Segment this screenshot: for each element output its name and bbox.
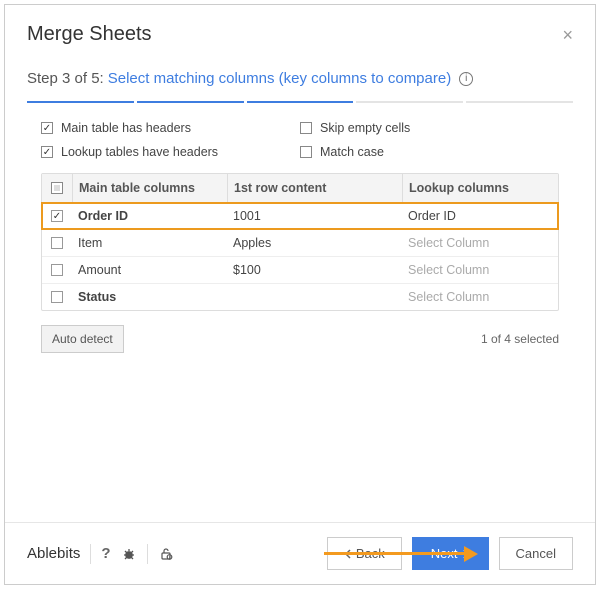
select-all-checkbox[interactable] — [51, 182, 63, 194]
step-link[interactable]: Select matching columns (key columns to … — [108, 70, 451, 87]
table-row[interactable]: Amount$100Select Column — [42, 256, 558, 283]
brand-label: Ablebits — [27, 545, 80, 562]
divider — [147, 544, 148, 564]
header-main: Main table columns — [72, 174, 227, 202]
lock-icon[interactable]: i — [158, 546, 174, 562]
option-lookup-headers[interactable]: ✓ Lookup tables have headers — [41, 145, 300, 159]
row-checkbox-cell[interactable] — [42, 285, 72, 309]
auto-detect-button[interactable]: Auto detect — [41, 325, 124, 353]
option-label: Main table has headers — [61, 121, 191, 135]
header-lookup: Lookup columns — [402, 174, 558, 202]
table-footer: Auto detect 1 of 4 selected — [41, 325, 559, 353]
first-row-cell: Apples — [227, 230, 402, 256]
step-prefix: Step 3 of 5: — [27, 70, 104, 87]
dialog-body: ✓ Main table has headers Skip empty cell… — [5, 103, 595, 522]
option-label: Match case — [320, 145, 384, 159]
checkbox-icon — [300, 122, 312, 134]
table-body: ✓Order ID1001Order IDItemApplesSelect Co… — [42, 203, 558, 310]
first-row-cell — [227, 291, 402, 303]
table-header: Main table columns 1st row content Looku… — [42, 174, 558, 203]
close-icon[interactable]: × — [562, 26, 573, 44]
checkbox-icon — [51, 237, 63, 249]
lookup-column-cell[interactable]: Select Column — [402, 284, 558, 310]
main-column-cell: Item — [72, 230, 227, 256]
main-column-cell: Amount — [72, 257, 227, 283]
table-row[interactable]: ItemApplesSelect Column — [42, 229, 558, 256]
option-main-headers[interactable]: ✓ Main table has headers — [41, 121, 300, 135]
checkbox-icon — [300, 146, 312, 158]
checkbox-icon — [51, 264, 63, 276]
back-button[interactable]: Back — [327, 537, 402, 570]
chevron-right-icon — [462, 549, 470, 559]
option-label: Skip empty cells — [320, 121, 410, 135]
row-checkbox-cell[interactable]: ✓ — [42, 204, 72, 228]
options-grid: ✓ Main table has headers Skip empty cell… — [41, 121, 559, 159]
checkbox-icon: ✓ — [41, 122, 53, 134]
dialog-header: Merge Sheets × — [5, 5, 595, 54]
back-label: Back — [356, 546, 385, 561]
bug-icon[interactable] — [121, 546, 137, 562]
button-row: Back Next Cancel — [327, 537, 573, 570]
lookup-column-cell[interactable]: Select Column — [402, 257, 558, 283]
option-match-case[interactable]: Match case — [300, 145, 559, 159]
table-row[interactable]: Status Select Column — [42, 283, 558, 310]
main-column-cell: Status — [72, 284, 227, 310]
first-row-cell: $100 — [227, 257, 402, 283]
next-button[interactable]: Next — [412, 537, 489, 570]
header-first-row: 1st row content — [227, 174, 402, 202]
selection-count: 1 of 4 selected — [481, 332, 559, 346]
option-skip-empty[interactable]: Skip empty cells — [300, 121, 559, 135]
row-checkbox-cell[interactable] — [42, 231, 72, 255]
svg-text:i: i — [169, 554, 170, 559]
step-indicator: Step 3 of 5: Select matching columns (ke… — [5, 54, 595, 95]
checkbox-icon — [51, 291, 63, 303]
table-row[interactable]: ✓ Order ID1001Order ID — [42, 203, 558, 229]
option-label: Lookup tables have headers — [61, 145, 218, 159]
brand-row: Ablebits ? i — [27, 544, 174, 564]
progress-bar — [5, 95, 595, 103]
columns-table: Main table columns 1st row content Looku… — [41, 173, 559, 311]
lookup-column-cell[interactable]: Select Column — [402, 230, 558, 256]
lookup-column-cell[interactable]: Order ID — [402, 203, 558, 229]
checkbox-icon: ✓ — [51, 210, 63, 222]
info-icon[interactable]: i — [459, 72, 473, 86]
chevron-left-icon — [344, 549, 352, 559]
next-label: Next — [431, 546, 458, 561]
cancel-button[interactable]: Cancel — [499, 537, 573, 570]
help-icon[interactable]: ? — [101, 545, 110, 562]
dialog-footer: Ablebits ? i Back Next — [5, 522, 595, 584]
dialog-title: Merge Sheets — [27, 23, 152, 46]
select-all-cell[interactable] — [42, 174, 72, 202]
first-row-cell: 1001 — [227, 203, 402, 229]
main-column-cell: Order ID — [72, 203, 227, 229]
checkbox-icon: ✓ — [41, 146, 53, 158]
divider — [90, 544, 91, 564]
row-checkbox-cell[interactable] — [42, 258, 72, 282]
merge-sheets-dialog: Merge Sheets × Step 3 of 5: Select match… — [4, 4, 596, 585]
